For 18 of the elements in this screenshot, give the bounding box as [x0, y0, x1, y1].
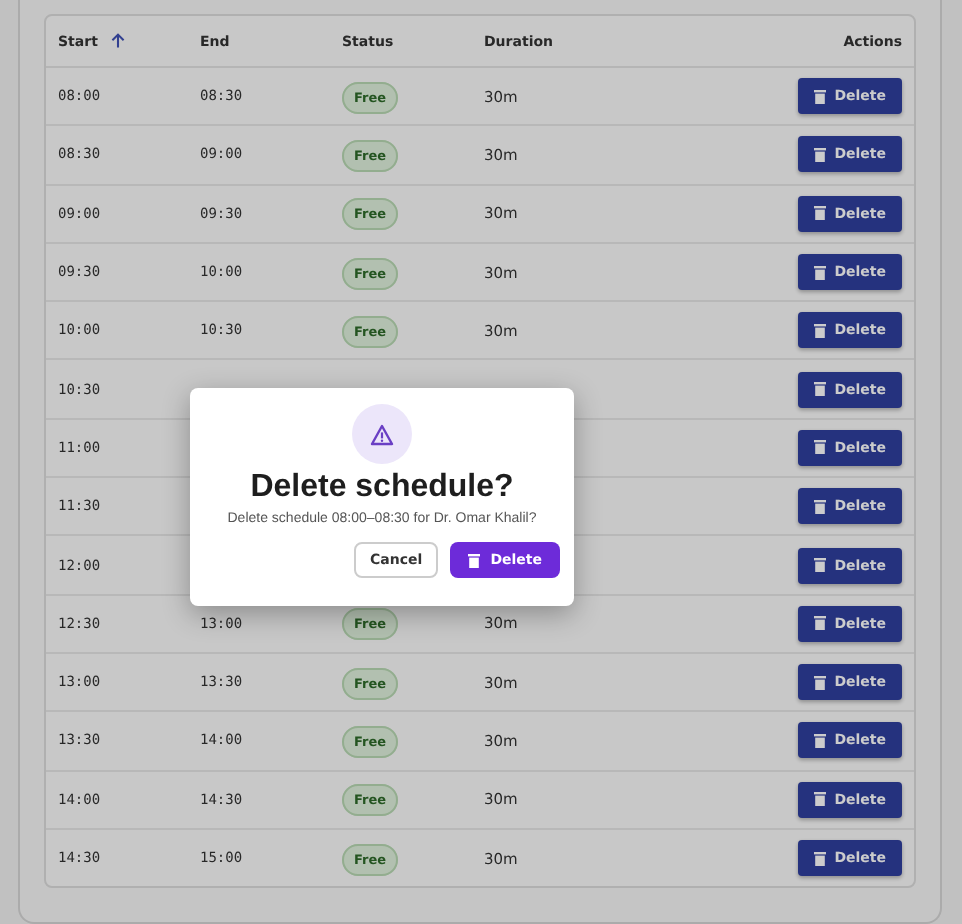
trash-icon: [814, 382, 827, 397]
trash-icon: [814, 499, 827, 514]
warning-icon: [352, 404, 412, 464]
trash-icon: [814, 851, 827, 865]
trash-icon: [814, 792, 827, 807]
trash-icon: [814, 265, 827, 280]
trash-icon: [814, 558, 827, 573]
trash-icon: [814, 733, 827, 748]
trash-icon: [814, 440, 827, 455]
sort-arrow-icon[interactable]: [109, 32, 126, 50]
trash-icon: [814, 616, 827, 631]
trash-icon: [814, 206, 827, 221]
trash-icon: [814, 89, 827, 104]
trash-icon: [814, 147, 827, 162]
trash-icon: [814, 675, 827, 690]
dialog-title: Delete schedule?: [250, 470, 514, 506]
trash-icon: [468, 553, 481, 567]
trash-icon: [814, 323, 827, 338]
